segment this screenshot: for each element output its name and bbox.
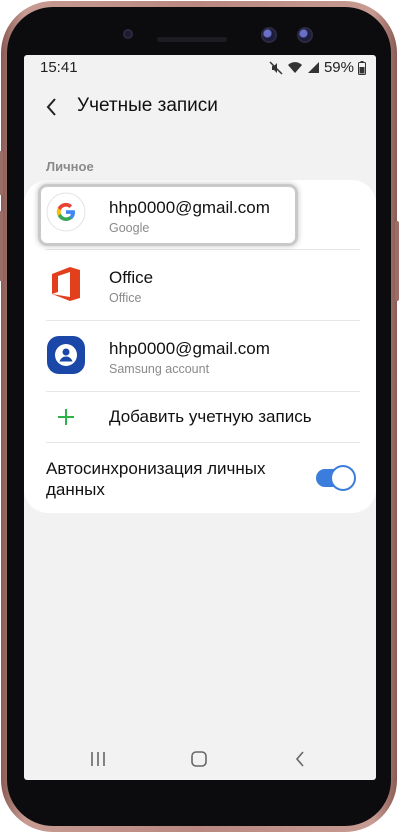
battery-icon: [358, 60, 366, 75]
auto-sync-toggle[interactable]: [316, 467, 354, 489]
account-row-office[interactable]: Office Office: [24, 250, 376, 320]
account-type: Samsung account: [109, 362, 210, 376]
wifi-icon: [287, 62, 302, 73]
account-type: Office: [109, 291, 142, 305]
samsung-account-icon: [46, 335, 86, 375]
status-time: 15:41: [40, 59, 78, 76]
sensor-lens: [261, 27, 277, 43]
app-bar: Учетные записи: [24, 89, 376, 129]
navigation-bar: [24, 739, 376, 779]
plus-icon: [46, 397, 86, 437]
volume-button: [0, 151, 3, 195]
front-camera: [123, 29, 133, 39]
earpiece-speaker: [157, 37, 227, 42]
account-name: hhp0000@gmail.com: [109, 339, 270, 358]
recent-apps-icon[interactable]: [86, 747, 110, 771]
back-icon[interactable]: [289, 747, 313, 771]
mute-icon: [269, 60, 283, 75]
battery-percent: 59%: [323, 59, 354, 76]
section-label: Личное: [46, 159, 94, 174]
status-icons: 59%: [269, 59, 366, 76]
page-title: Учетные записи: [77, 95, 218, 116]
add-account-label: Добавить учетную запись: [109, 407, 312, 426]
volume-button: [0, 211, 3, 281]
back-arrow-icon[interactable]: [40, 95, 64, 119]
status-bar: 15:41 59%: [24, 55, 376, 79]
power-button: [395, 221, 399, 301]
home-icon[interactable]: [187, 747, 211, 771]
selection-highlight: [38, 184, 298, 246]
account-row-samsung[interactable]: hhp0000@gmail.com Samsung account: [24, 321, 376, 391]
toggle-knob: [332, 467, 354, 489]
signal-icon: [307, 62, 319, 73]
office-icon: [46, 264, 86, 304]
screen: 15:41 59% Учетные записи Личное hhp0000@…: [24, 55, 376, 780]
auto-sync-label: Автосинхронизация личных данных: [46, 459, 266, 499]
sensor-lens: [297, 27, 313, 43]
account-name: Office: [109, 268, 154, 287]
add-account-button[interactable]: Добавить учетную запись: [24, 392, 376, 442]
